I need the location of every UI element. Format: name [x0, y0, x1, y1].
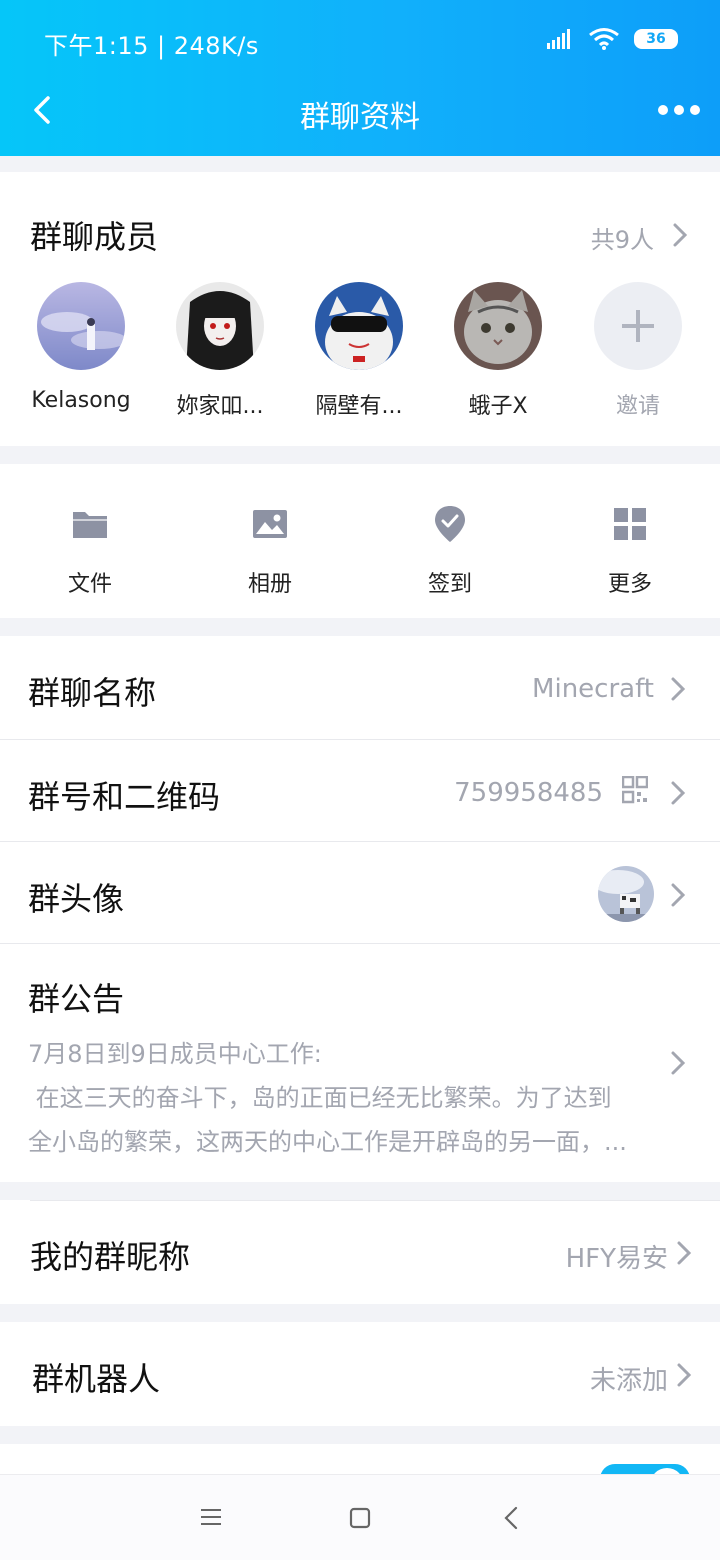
avatar [315, 282, 403, 370]
chevron-right-icon [671, 1051, 686, 1075]
tool-album[interactable]: 相册 [220, 504, 320, 598]
group-notice-row[interactable]: 群公告 7月8日到9日成员中心工作: 在这三天的奋斗下，岛的正面已经无比繁荣。为… [0, 944, 720, 1182]
status-bar: 下午1:15 | 248K/s 36 [0, 0, 720, 80]
tool-label: 签到 [427, 572, 472, 597]
system-nav-bar [0, 1474, 720, 1560]
my-nickname-label: 我的群昵称 [30, 1238, 191, 1276]
tool-label: 更多 [607, 572, 652, 597]
back-triangle-icon[interactable] [502, 1505, 520, 1531]
notice-line: 7月8日到9日成员中心工作: [28, 1040, 322, 1068]
member-name: 妳家吅... [176, 394, 264, 419]
group-avatar-row[interactable]: 群头像 [0, 842, 720, 944]
tool-files[interactable]: 文件 [40, 504, 140, 598]
group-notice-label: 群公告 [28, 980, 125, 1018]
group-robot-label: 群机器人 [32, 1360, 161, 1398]
group-name-value: Minecraft [532, 674, 654, 704]
member-item[interactable]: Kelasong [26, 282, 136, 413]
my-nickname-row[interactable]: 我的群昵称 HFY易安 [0, 1200, 720, 1304]
invite-label: 邀请 [615, 394, 660, 419]
dot-icon [674, 105, 684, 115]
group-notice-content: 7月8日到9日成员中心工作: 在这三天的奋斗下，岛的正面已经无比繁荣。为了达到 … [28, 1032, 668, 1164]
member-name: 隔壁有... [315, 394, 403, 419]
member-item[interactable]: 妳家吅... [165, 282, 275, 420]
status-icons: 36 [546, 26, 678, 52]
more-options-button[interactable] [658, 102, 702, 118]
invite-circle [594, 282, 682, 370]
dot-icon [658, 105, 668, 115]
group-robot-value: 未添加 [589, 1366, 668, 1396]
status-time-speed: 下午1:15 | 248K/s [44, 32, 259, 60]
group-name-label: 群聊名称 [28, 674, 157, 712]
group-robot-row[interactable]: 群机器人 未添加 [0, 1322, 720, 1426]
chevron-right-icon[interactable] [672, 222, 688, 248]
members-count[interactable]: 共9人 [591, 220, 654, 255]
nav-bar: 群聊资料 [0, 80, 720, 156]
grid-icon [614, 508, 646, 540]
chevron-right-icon [671, 781, 686, 805]
member-name: Kelasong [31, 388, 131, 413]
tools-card: 文件 相册 签到 更多 [0, 464, 720, 618]
chevron-right-icon [677, 1363, 692, 1387]
members-title: 群聊成员 [30, 218, 159, 256]
plus-icon [622, 310, 654, 342]
notice-line: 全小岛的繁荣，这两天的中心工作是开辟岛的另一面，... [28, 1128, 627, 1156]
group-avatar-image [598, 866, 654, 922]
avatar [37, 282, 125, 370]
dot-icon [690, 105, 700, 115]
chevron-right-icon [671, 677, 686, 701]
avatar [176, 282, 264, 370]
page-title: 群聊资料 [300, 100, 420, 135]
group-info-list: 群聊名称 Minecraft 群号和二维码 759958485 群头像 群公告 … [0, 636, 720, 1182]
notice-line: 在这三天的奋斗下，岛的正面已经无比繁荣。为了达到 [28, 1084, 612, 1112]
chevron-right-icon [671, 883, 686, 907]
tool-more[interactable]: 更多 [580, 504, 680, 598]
battery-icon: 36 [634, 29, 678, 49]
tool-checkin[interactable]: 签到 [400, 504, 500, 598]
member-item[interactable]: 蛾子X [443, 282, 553, 420]
folder-icon [73, 512, 107, 538]
group-id-row[interactable]: 群号和二维码 759958485 [0, 740, 720, 842]
group-name-row[interactable]: 群聊名称 Minecraft [0, 636, 720, 740]
member-item[interactable]: 隔壁有... [304, 282, 414, 420]
header: 下午1:15 | 248K/s 36 群聊资料 [0, 0, 720, 156]
avatar [454, 282, 542, 370]
location-check-icon [435, 506, 465, 542]
signal-icon [547, 29, 570, 49]
image-icon [253, 510, 287, 538]
qr-code-icon [622, 776, 648, 804]
home-square-icon[interactable] [349, 1507, 371, 1529]
invite-button[interactable]: 邀请 [583, 282, 693, 420]
group-id-value: 759958485 [454, 778, 603, 808]
tool-label: 相册 [247, 572, 292, 597]
wifi-icon [589, 28, 619, 50]
member-name: 蛾子X [468, 394, 528, 419]
divider [30, 1200, 720, 1201]
group-avatar-label: 群头像 [28, 880, 125, 918]
my-nickname-value: HFY易安 [565, 1244, 668, 1274]
chevron-right-icon [677, 1241, 692, 1265]
menu-icon[interactable] [200, 1507, 222, 1527]
tool-label: 文件 [67, 572, 112, 597]
group-id-label: 群号和二维码 [28, 778, 221, 816]
partial-settings-row [0, 1444, 720, 1494]
members-card: 群聊成员 共9人 Kelasong 妳家吅... 隔壁有... 蛾子X 邀请 [0, 172, 720, 446]
